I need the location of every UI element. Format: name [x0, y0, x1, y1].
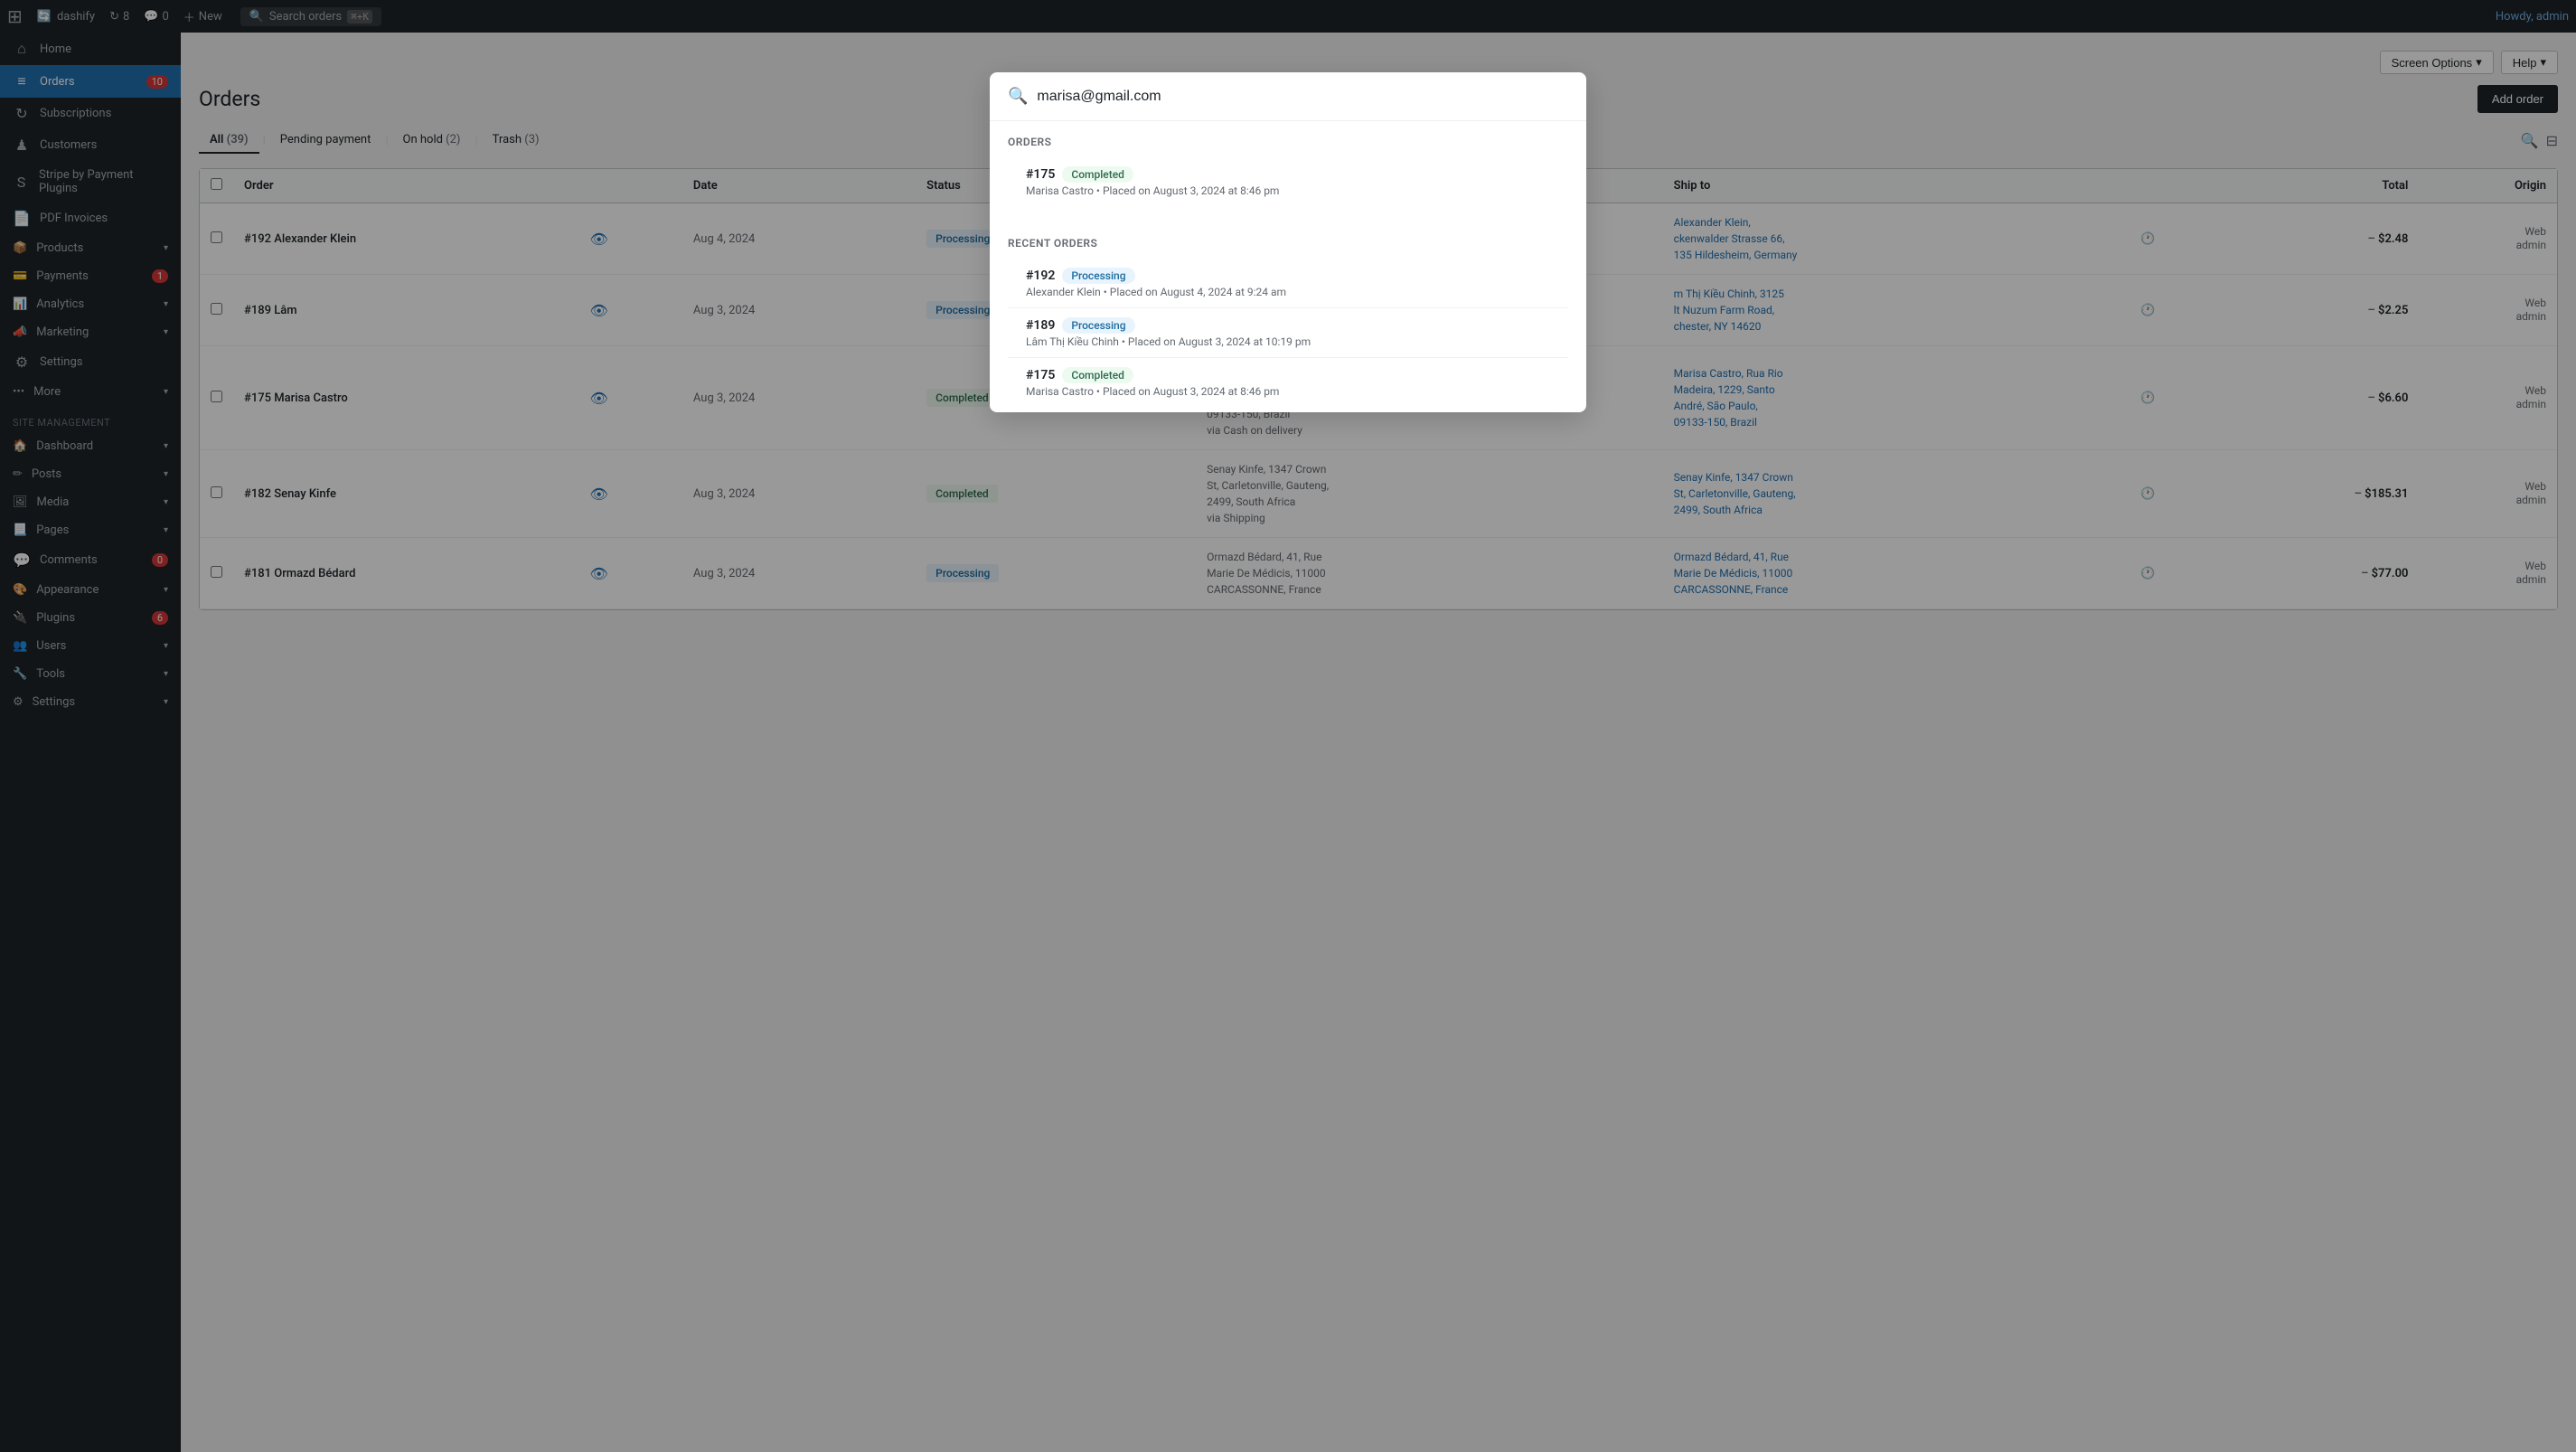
- status-badge-processing-189: Processing: [1062, 317, 1134, 334]
- search-modal: 🔍 Orders #175 Completed Marisa Castro • …: [990, 72, 1586, 412]
- recent-result-192[interactable]: #192 Processing Alexander Klein • Placed…: [1008, 259, 1568, 308]
- status-badge-processing-192: Processing: [1062, 268, 1134, 284]
- recent-orders-section: Recent orders #192 Processing Alexander …: [990, 222, 1586, 412]
- search-modal-input[interactable]: [1037, 89, 1568, 105]
- recent-section-label: Recent orders: [1008, 237, 1568, 250]
- recent-result-175[interactable]: #175 Completed Marisa Castro • Placed on…: [1008, 358, 1568, 412]
- orders-section-label: Orders: [1008, 136, 1568, 148]
- search-input-row: 🔍: [990, 72, 1586, 121]
- search-modal-icon: 🔍: [1008, 87, 1028, 106]
- status-badge-completed: Completed: [1062, 166, 1133, 183]
- orders-results-section: Orders #175 Completed Marisa Castro • Pl…: [990, 121, 1586, 212]
- status-badge-completed-175: Completed: [1062, 367, 1133, 383]
- search-result-item-175[interactable]: #175 Completed Marisa Castro • Placed on…: [1008, 157, 1568, 212]
- search-overlay[interactable]: 🔍 Orders #175 Completed Marisa Castro • …: [0, 0, 2576, 1452]
- recent-result-189[interactable]: #189 Processing Lâm Thị Kiều Chinh • Pla…: [1008, 308, 1568, 358]
